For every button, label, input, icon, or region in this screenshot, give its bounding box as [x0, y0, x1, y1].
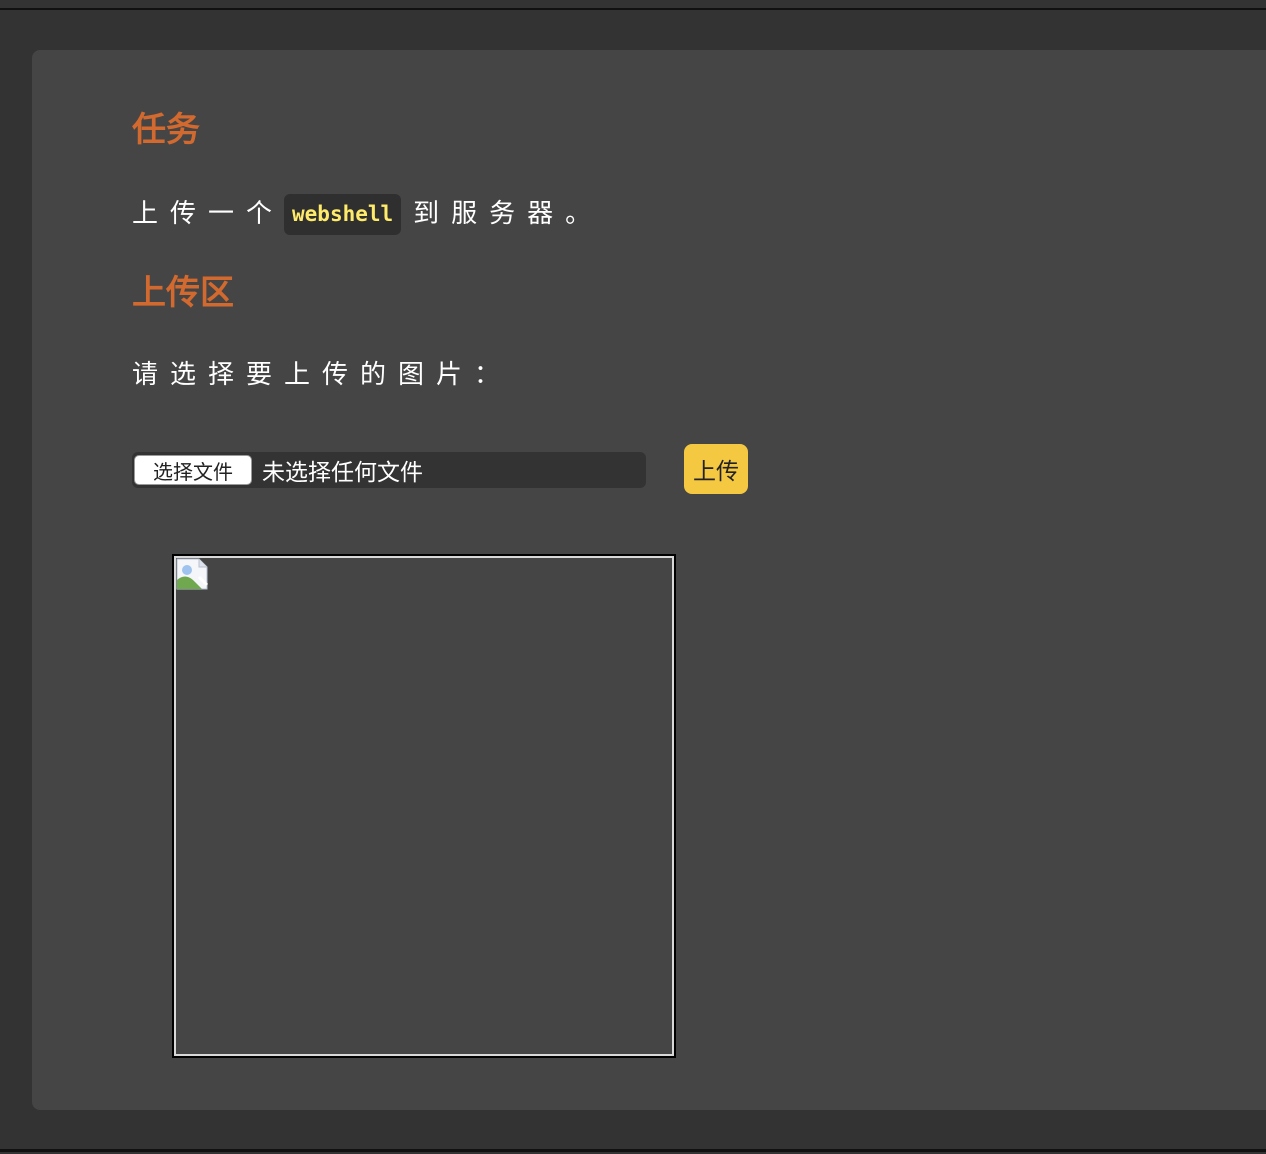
task-text-before: 上传一个 — [132, 199, 285, 229]
upload-button[interactable]: 上传 — [684, 444, 748, 494]
task-heading: 任务 — [132, 110, 200, 150]
file-status-text: 未选择任何文件 — [262, 460, 423, 486]
preview-frame — [174, 556, 674, 1056]
file-input[interactable]: 选择文件 未选择任何文件 — [132, 452, 646, 488]
upload-heading: 上传区 — [132, 273, 234, 313]
broken-image-icon — [176, 558, 208, 590]
upload-prompt: 请选择要上传的图片： — [132, 360, 513, 390]
webshell-code: webshell — [284, 193, 402, 235]
bottom-border — [0, 1149, 1266, 1152]
task-text-after: 到服务器。 — [413, 199, 604, 229]
choose-file-button[interactable]: 选择文件 — [134, 455, 252, 485]
image-preview — [172, 554, 676, 1058]
task-description: 上传一个 webshell 到服务器。 — [132, 192, 603, 236]
top-border — [0, 8, 1266, 10]
